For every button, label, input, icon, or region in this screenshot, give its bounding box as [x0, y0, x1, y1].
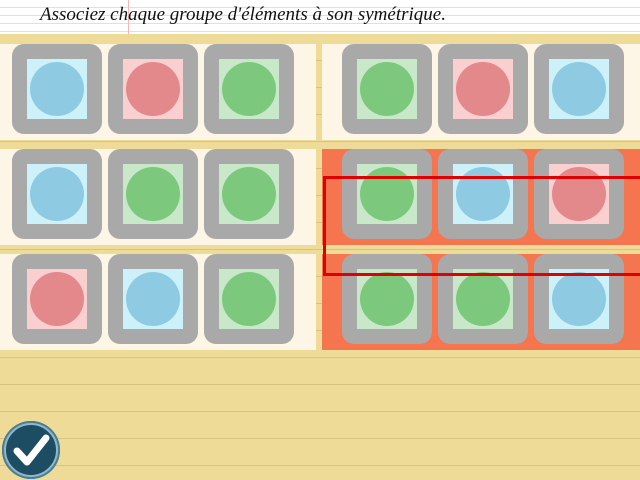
red-square	[453, 59, 513, 119]
green-circle	[360, 62, 414, 116]
checkmark-icon	[4, 423, 58, 477]
left-tile	[204, 254, 294, 344]
instruction-header: Associez chaque groupe d'éléments à son …	[0, 0, 640, 34]
blue-circle	[126, 272, 180, 326]
blue-circle	[552, 62, 606, 116]
left-tile	[12, 149, 102, 239]
red-square	[123, 59, 183, 119]
green-square	[357, 59, 417, 119]
blue-circle	[30, 167, 84, 221]
green-square	[123, 164, 183, 224]
blue-square	[27, 59, 87, 119]
selection-frame	[323, 176, 640, 276]
instruction-text: Associez chaque groupe d'éléments à son …	[40, 4, 446, 25]
green-circle	[360, 272, 414, 326]
green-square	[219, 59, 279, 119]
blue-square	[549, 59, 609, 119]
green-square	[219, 164, 279, 224]
blue-square	[549, 269, 609, 329]
green-circle	[126, 167, 180, 221]
right-tile	[534, 44, 624, 134]
left-tile	[12, 254, 102, 344]
blue-square	[27, 164, 87, 224]
left-tile	[12, 44, 102, 134]
green-square	[219, 269, 279, 329]
validate-button[interactable]	[2, 421, 60, 479]
left-tile	[108, 149, 198, 239]
green-circle	[222, 272, 276, 326]
blue-circle	[552, 272, 606, 326]
blue-square	[123, 269, 183, 329]
red-circle	[30, 272, 84, 326]
blue-circle	[30, 62, 84, 116]
right-tile	[342, 44, 432, 134]
left-tile	[108, 44, 198, 134]
red-circle	[126, 62, 180, 116]
green-circle	[222, 167, 276, 221]
left-tile	[204, 149, 294, 239]
green-circle	[222, 62, 276, 116]
red-circle	[456, 62, 510, 116]
left-tile	[204, 44, 294, 134]
red-square	[27, 269, 87, 329]
green-square	[357, 269, 417, 329]
right-tile	[438, 44, 528, 134]
green-circle	[456, 272, 510, 326]
left-tile	[108, 254, 198, 344]
green-square	[453, 269, 513, 329]
